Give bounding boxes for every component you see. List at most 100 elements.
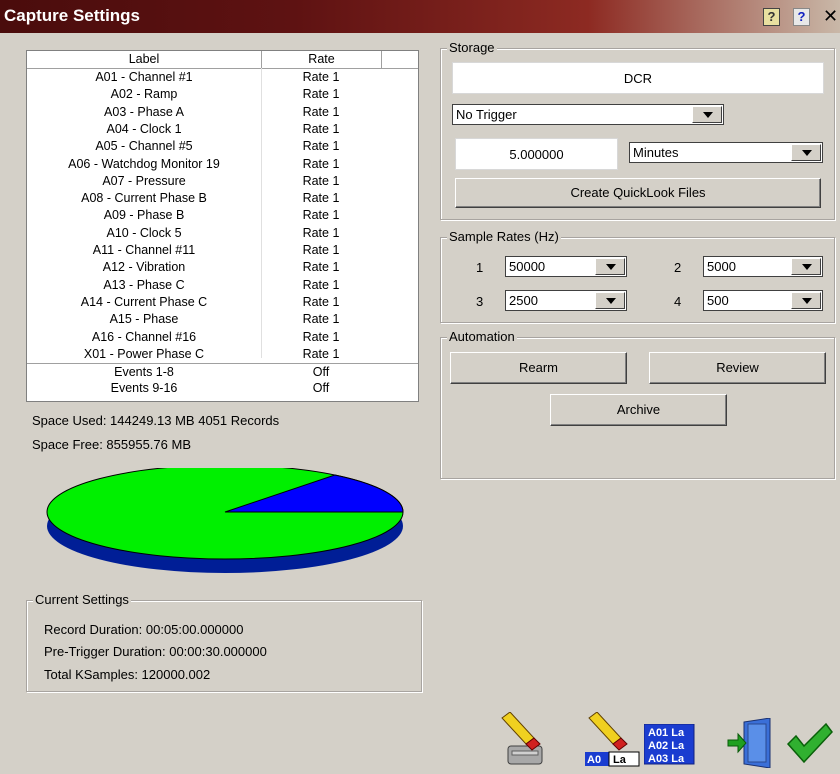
channel-labels-icon[interactable]: A01 La A02 La A03 La [644,724,696,766]
table-row[interactable]: A10 - Clock 5 Rate 1 [27,225,418,242]
space-used-text: Space Used: 144249.13 MB 4051 Records [32,413,280,428]
erase-disk-icon[interactable] [500,712,548,768]
channel-rate-cell[interactable]: Rate 1 [261,173,381,190]
channel-label-cell: A16 - Channel #16 [91,329,197,344]
channel-rate-cell[interactable]: Rate 1 [261,294,381,311]
channel-label-cell: A10 - Clock 5 [106,225,182,240]
channel-label-cell: A12 - Vibration [102,260,186,275]
table-header: Label Rate [27,51,418,69]
rate-3-label: 3 [476,294,484,309]
table-row[interactable]: Events 1-8 Off [27,363,418,381]
chevron-down-icon[interactable] [791,292,821,309]
channel-rate-cell[interactable]: Rate 1 [261,259,381,276]
channel-rate-cell[interactable]: Rate 1 [261,156,381,173]
table-row[interactable]: X01 - Power Phase C Rate 1 [27,346,418,363]
chevron-down-icon[interactable] [692,106,722,123]
erase-label-tag1: A0 [587,754,601,766]
ok-check-icon[interactable] [786,722,834,764]
rearm-button[interactable]: Rearm [450,352,627,384]
rate-1-value: 50000 [509,259,546,274]
table-row[interactable]: A04 - Clock 1 Rate 1 [27,121,418,138]
channel-label-cell: A06 - Watchdog Monitor 19 [68,156,220,171]
table-row[interactable]: A01 - Channel #1 Rate 1 [27,69,418,86]
table-row[interactable]: A14 - Current Phase C Rate 1 [27,294,418,311]
pretrigger-duration-text: Pre-Trigger Duration: 00:00:30.000000 [44,644,267,659]
automation-title: Automation [447,329,517,344]
channel-label-cell: A04 - Clock 1 [106,121,182,136]
channel-rate-cell[interactable]: Rate 1 [261,190,381,207]
table-row[interactable]: A11 - Channel #11 Rate 1 [27,242,418,259]
channel-rate-cell[interactable]: Rate 1 [261,242,381,259]
channel-rate-cell[interactable]: Rate 1 [261,121,381,138]
channel-label-cell: X01 - Power Phase C [83,346,205,361]
channel-rate-cell[interactable]: Rate 1 [261,104,381,121]
chevron-down-icon[interactable] [595,258,625,275]
channel-rate-cell[interactable]: Rate 1 [261,346,381,363]
exit-door-icon[interactable] [726,718,776,768]
channel-rate-cell[interactable]: Rate 1 [261,207,381,224]
rate-1-select[interactable]: 50000 [505,256,627,277]
table-row[interactable]: A12 - Vibration Rate 1 [27,259,418,276]
storage-mode-display: DCR [452,62,824,94]
context-help-icon[interactable]: ? [763,8,780,26]
table-row[interactable]: A05 - Channel #5 Rate 1 [27,138,418,155]
storage-title: Storage [447,40,497,55]
help-button[interactable]: ? [793,8,810,26]
erase-labels-icon[interactable]: A0 La [583,712,641,768]
channel-rate-cell[interactable]: Rate 1 [261,69,381,86]
channel-label-cell: A11 - Channel #11 [92,243,196,257]
table-row[interactable]: A15 - Phase Rate 1 [27,311,418,328]
chevron-down-icon[interactable] [791,258,821,275]
window-title: Capture Settings [4,6,141,25]
channel-rate-cell[interactable]: Rate 1 [261,277,381,294]
channel-label-cell: A15 - Phase [109,312,179,327]
chevron-down-icon[interactable] [791,144,821,161]
title-bar: Capture Settings ? ? ✕ [0,0,840,33]
table-row[interactable]: A08 - Current Phase B Rate 1 [27,190,418,207]
create-quicklook-button[interactable]: Create QuickLook Files [455,178,821,208]
labels-line1: A01 La [648,727,685,739]
table-row[interactable]: A06 - Watchdog Monitor 19 Rate 1 [27,156,418,173]
table-row[interactable]: A09 - Phase B Rate 1 [27,207,418,224]
column-header-label[interactable]: Label [27,51,262,68]
duration-unit-select[interactable]: Minutes [629,142,823,163]
rate-2-label: 2 [674,260,682,275]
column-header-rate[interactable]: Rate [262,51,382,68]
channel-rate-cell[interactable]: Off [261,364,381,381]
channel-label-cell: A07 - Pressure [102,173,186,188]
channel-label-cell: A14 - Current Phase C [80,294,208,309]
channel-label-cell: A03 - Phase A [104,104,184,119]
close-button[interactable]: ✕ [822,7,839,26]
duration-input[interactable]: 5.000000 [455,138,618,170]
table-row[interactable]: Events 9-16 Off [27,380,418,397]
channel-rate-cell[interactable]: Off [261,380,381,397]
chevron-down-icon[interactable] [595,292,625,309]
channel-label-cell: A02 - Ramp [110,87,178,102]
trigger-select[interactable]: No Trigger [452,104,724,125]
labels-line3: A03 La [648,753,685,765]
review-button[interactable]: Review [649,352,826,384]
channel-rate-cell[interactable]: Rate 1 [261,311,381,328]
archive-button[interactable]: Archive [550,394,727,426]
duration-unit-value: Minutes [633,145,679,160]
channel-rate-cell[interactable]: Rate 1 [261,329,381,346]
channel-rate-cell[interactable]: Rate 1 [261,138,381,155]
table-row[interactable]: A07 - Pressure Rate 1 [27,173,418,190]
channel-table[interactable]: Label Rate A01 - Channel #1 Rate 1 A02 - R… [26,50,419,402]
rate-2-value: 5000 [707,259,736,274]
rate-4-value: 500 [707,293,729,308]
table-row[interactable]: A02 - Ramp Rate 1 [27,86,418,103]
table-row[interactable]: A13 - Phase C Rate 1 [27,277,418,294]
channel-rate-cell[interactable]: Rate 1 [261,86,381,103]
space-pie-chart [46,468,404,573]
column-divider [261,68,262,358]
table-row[interactable]: A03 - Phase A Rate 1 [27,104,418,121]
channel-label-cell: A09 - Phase B [103,208,185,223]
rate-4-select[interactable]: 500 [703,290,823,311]
channel-label-cell: Events 1-8 [114,365,174,380]
table-row[interactable]: A16 - Channel #16 Rate 1 [27,329,418,346]
record-duration-text: Record Duration: 00:05:00.000000 [44,622,244,637]
rate-3-select[interactable]: 2500 [505,290,627,311]
rate-2-select[interactable]: 5000 [703,256,823,277]
channel-rate-cell[interactable]: Rate 1 [261,225,381,242]
